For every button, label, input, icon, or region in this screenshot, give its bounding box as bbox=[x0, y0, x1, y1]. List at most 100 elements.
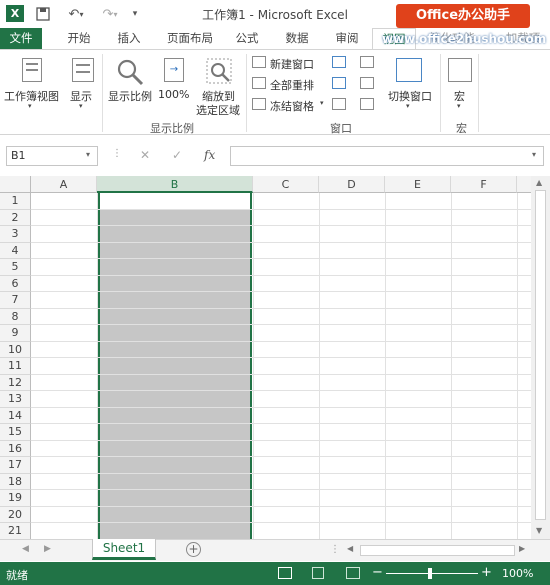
column-header-b[interactable]: B bbox=[97, 176, 253, 193]
chevron-down-icon[interactable]: ▾ bbox=[86, 150, 90, 159]
row-header[interactable]: 21 bbox=[0, 523, 31, 539]
hscroll-right-icon[interactable]: ▶ bbox=[519, 544, 525, 553]
zoom-slider-track[interactable] bbox=[386, 573, 478, 574]
gridline bbox=[31, 522, 531, 523]
column-header-d[interactable]: D bbox=[319, 176, 385, 193]
page-layout-view-icon[interactable] bbox=[312, 567, 324, 579]
zoom-selection-line2: 选定区域 bbox=[196, 104, 240, 117]
gridline bbox=[253, 193, 254, 539]
split-icon[interactable] bbox=[332, 56, 346, 68]
sheet-tab-sheet1[interactable]: Sheet1 bbox=[92, 539, 156, 560]
scroll-up-icon[interactable]: ▲ bbox=[536, 178, 542, 187]
separator bbox=[478, 54, 479, 132]
sheet-tab-bar: ◀ ▶ Sheet1 + ⋮ ◀ ▶ bbox=[0, 539, 550, 561]
new-window-label: 新建窗口 bbox=[270, 58, 314, 71]
tab-split-handle[interactable]: ⋮ bbox=[330, 544, 340, 555]
row-header[interactable]: 17 bbox=[0, 457, 31, 474]
zoom-to-selection-button[interactable]: 缩放到 选定区域 bbox=[194, 54, 244, 117]
row-header[interactable]: 1 bbox=[0, 193, 31, 210]
row-header[interactable]: 4 bbox=[0, 242, 31, 259]
column-header-f[interactable]: F bbox=[451, 176, 517, 193]
gridline bbox=[31, 307, 531, 309]
unhide-icon[interactable] bbox=[332, 98, 346, 110]
row-header[interactable]: 7 bbox=[0, 292, 31, 309]
show-button[interactable]: 显示 ▾ bbox=[66, 54, 100, 114]
macros-icon bbox=[448, 58, 472, 82]
tab-home[interactable]: 开始 bbox=[58, 28, 100, 50]
row-header[interactable]: 20 bbox=[0, 506, 31, 523]
row-header[interactable]: 6 bbox=[0, 275, 31, 292]
zoom-out-icon[interactable]: − bbox=[372, 565, 383, 580]
drag-handle-icon[interactable]: ⋮ bbox=[112, 148, 122, 159]
prev-sheet-icon[interactable]: ◀ bbox=[22, 544, 29, 554]
name-box[interactable]: B1 bbox=[6, 146, 98, 166]
insert-function-icon[interactable]: fx bbox=[204, 148, 215, 162]
row-header[interactable]: 18 bbox=[0, 473, 31, 490]
zoom-button[interactable]: 显示比例 bbox=[106, 54, 156, 114]
row-header[interactable]: 9 bbox=[0, 325, 31, 342]
enter-icon[interactable]: ✓ bbox=[172, 148, 182, 162]
gridline bbox=[31, 456, 531, 457]
row-header[interactable]: 19 bbox=[0, 490, 31, 507]
page-break-view-icon[interactable] bbox=[346, 567, 360, 579]
add-sheet-icon[interactable]: + bbox=[186, 542, 201, 557]
column-header-g[interactable] bbox=[517, 176, 531, 193]
tab-page-layout[interactable]: 页面布局 bbox=[158, 28, 222, 50]
row-header[interactable]: 14 bbox=[0, 407, 31, 424]
new-window-button[interactable]: 新建窗口 bbox=[250, 55, 322, 71]
next-sheet-icon[interactable]: ▶ bbox=[44, 544, 51, 554]
zoom-level[interactable]: 100% bbox=[502, 567, 533, 580]
normal-view-icon[interactable] bbox=[278, 567, 292, 579]
gridline bbox=[31, 241, 531, 243]
macros-button[interactable]: 宏 ▾ bbox=[444, 54, 476, 114]
hscroll-left-icon[interactable]: ◀ bbox=[347, 544, 353, 553]
tab-formulas[interactable]: 公式 bbox=[226, 28, 268, 50]
row-header[interactable]: 5 bbox=[0, 259, 31, 276]
tab-review[interactable]: 审阅 bbox=[326, 28, 368, 50]
column-header-e[interactable]: E bbox=[385, 176, 451, 193]
freeze-panes-button[interactable]: 冻结窗格 ▾ bbox=[250, 97, 326, 113]
tab-insert[interactable]: 插入 bbox=[108, 28, 150, 50]
row-header[interactable]: 10 bbox=[0, 341, 31, 358]
view-side-by-side-icon[interactable] bbox=[360, 56, 374, 68]
tab-data[interactable]: 数据 bbox=[276, 28, 318, 50]
expand-formula-bar-icon[interactable]: ▾ bbox=[532, 150, 536, 159]
gridline bbox=[31, 291, 531, 292]
row-header[interactable]: 8 bbox=[0, 308, 31, 325]
row-header[interactable]: 15 bbox=[0, 424, 31, 441]
freeze-panes-icon bbox=[252, 98, 266, 110]
row-header[interactable]: 13 bbox=[0, 391, 31, 408]
row-header[interactable]: 2 bbox=[0, 209, 31, 226]
scroll-thumb[interactable] bbox=[535, 190, 546, 520]
row-header[interactable]: 11 bbox=[0, 358, 31, 375]
tab-file[interactable]: 文件 bbox=[0, 28, 42, 50]
arrange-all-button[interactable]: 全部重排 bbox=[250, 76, 322, 92]
row-header[interactable]: 12 bbox=[0, 374, 31, 391]
zoom-in-icon[interactable]: + bbox=[481, 565, 492, 580]
hide-icon[interactable] bbox=[332, 77, 346, 89]
column-header-c[interactable]: C bbox=[253, 176, 319, 193]
gridline bbox=[31, 373, 531, 375]
workbook-views-button[interactable]: 工作簿视图 ▾ bbox=[4, 54, 60, 114]
switch-windows-button[interactable]: 切换窗口 ▾ bbox=[384, 54, 436, 114]
zoom-100-button[interactable]: → 100% bbox=[158, 54, 192, 114]
row-header[interactable]: 3 bbox=[0, 226, 31, 243]
sync-scroll-icon[interactable] bbox=[360, 77, 374, 89]
office-helper-badge: Office办公助手 bbox=[396, 4, 530, 28]
reset-position-icon[interactable] bbox=[360, 98, 374, 110]
gridline bbox=[31, 489, 531, 490]
chevron-down-icon: ▾ bbox=[28, 102, 32, 110]
vertical-scrollbar[interactable]: ▲ ▼ bbox=[531, 176, 550, 539]
ribbon: 工作簿视图 ▾ 显示 ▾ 显示比例 → 100% 缩放到 选定区域 显示比例 新… bbox=[0, 49, 550, 135]
select-all-corner[interactable] bbox=[0, 176, 31, 193]
horizontal-scroll-thumb[interactable] bbox=[360, 545, 515, 556]
formula-input[interactable] bbox=[230, 146, 544, 166]
row-header[interactable]: 16 bbox=[0, 440, 31, 457]
zoom-slider-thumb[interactable] bbox=[428, 568, 432, 579]
show-icon bbox=[72, 58, 94, 82]
workbook-views-icon bbox=[22, 58, 42, 82]
column-header-a[interactable]: A bbox=[31, 176, 97, 193]
worksheet-grid[interactable]: A B C D E F 1 2 3 4 5 6 7 8 9 10 11 12 13 14 15 16 17 18 1… bbox=[0, 176, 531, 539]
cancel-icon[interactable]: ✕ bbox=[140, 148, 150, 162]
scroll-down-icon[interactable]: ▼ bbox=[536, 526, 542, 535]
